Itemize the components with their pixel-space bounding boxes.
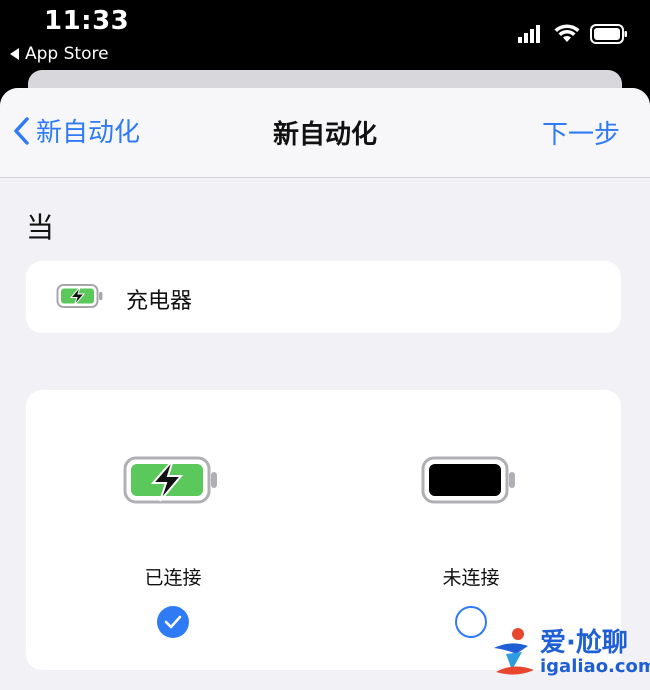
watermark: 爱·尬聊 igaliao.com: [484, 622, 650, 686]
battery-charging-icon: [123, 456, 217, 504]
battery-charging-icon: [56, 284, 103, 308]
trigger-card[interactable]: 充电器: [26, 261, 621, 333]
wifi-icon: [554, 24, 580, 42]
back-app-label: App Store: [25, 44, 109, 64]
phone-screen: 11:33 App Store 新自动化 新自动化 下一步 当 充电器 已连接 …: [0, 0, 650, 690]
battery-status-icon: [590, 24, 627, 44]
option-connected[interactable]: 已连接: [63, 390, 283, 670]
battery-full-icon: [421, 456, 515, 504]
status-icons: [518, 24, 628, 44]
cellular-signal-icon: [518, 25, 540, 43]
next-button[interactable]: 下一步: [542, 114, 620, 151]
navigation-bar: 新自动化 新自动化 下一步: [0, 88, 650, 178]
radio-connected-checked[interactable]: [157, 606, 189, 638]
option-connected-label: 已连接: [144, 567, 202, 589]
status-time: 11:33: [44, 6, 130, 36]
status-bar: 11:33 App Store: [0, 0, 650, 72]
back-to-app-link[interactable]: App Store: [10, 44, 109, 64]
checkmark-icon: [164, 615, 182, 629]
option-not-connected-label: 未连接: [442, 567, 500, 589]
trigger-label: 充电器: [126, 289, 193, 314]
watermark-logo-icon: [494, 628, 534, 675]
watermark-brand: 爱·尬聊: [540, 628, 628, 658]
watermark-domain: igaliao.com: [540, 656, 650, 677]
automation-sheet: 新自动化 新自动化 下一步 当 充电器 已连接 未连接: [0, 88, 650, 690]
back-triangle-icon: [10, 48, 19, 60]
section-title-when: 当: [26, 211, 55, 244]
radio-not-connected-unchecked[interactable]: [455, 606, 487, 638]
